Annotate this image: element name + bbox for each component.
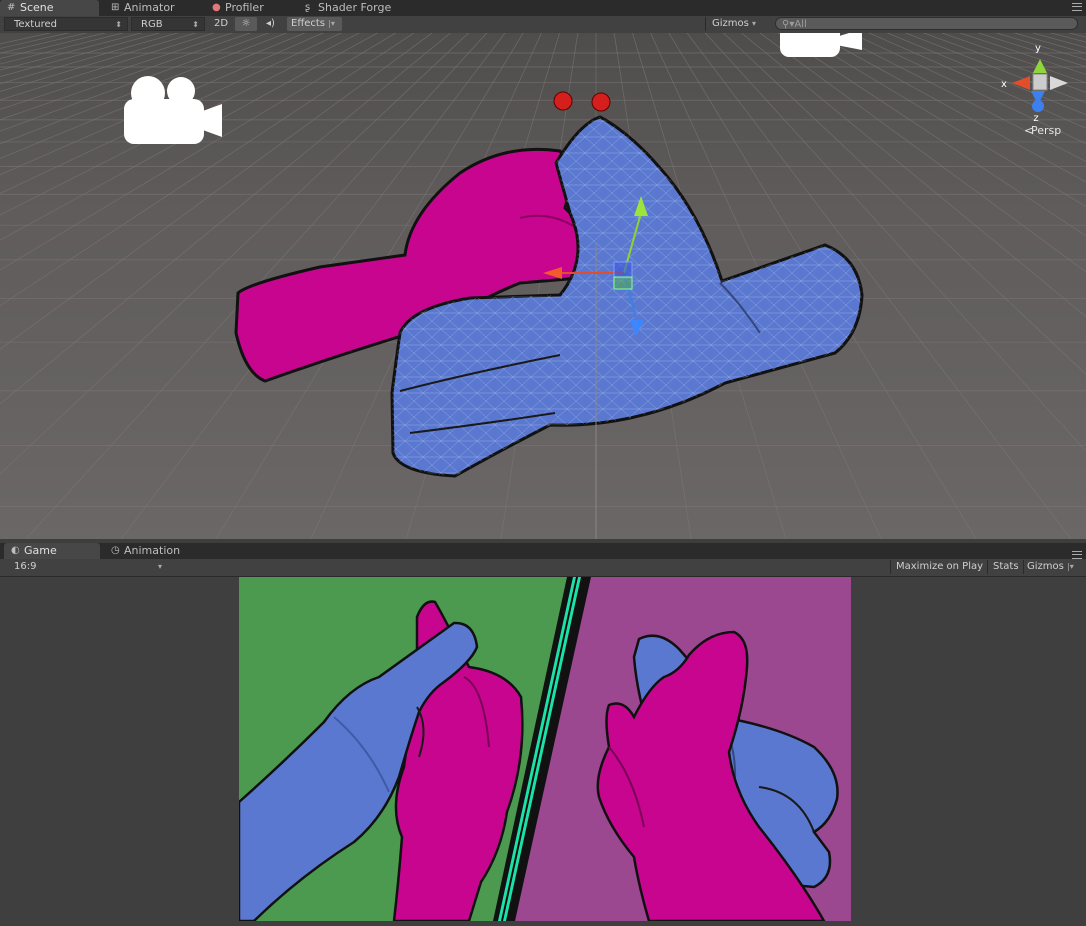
- game-tab-strip: ◐ Game ◷ Animation: [0, 543, 1086, 559]
- tab-animator-label: Animator: [124, 1, 175, 14]
- panel-menu-icon[interactable]: [1072, 3, 1082, 11]
- dropdown-arrow-icon: |▾: [328, 19, 335, 28]
- animator-icon: ⊞: [111, 2, 120, 13]
- game-gizmos-dropdown[interactable]: Gizmos |▾: [1027, 560, 1083, 574]
- tab-game[interactable]: ◐ Game: [4, 543, 100, 559]
- separator: [987, 560, 988, 574]
- game-render-svg: [239, 577, 851, 921]
- shader-forge-icon: ʂ: [305, 2, 311, 13]
- sun-icon[interactable]: ☼: [235, 17, 257, 31]
- grid-icon: #: [7, 2, 16, 13]
- search-icon: ⚲▾: [782, 19, 795, 30]
- speaker-icon[interactable]: ◂): [262, 17, 279, 31]
- scene-view[interactable]: y x z < Persp: [0, 33, 1086, 539]
- color-mode-value: RGB: [141, 19, 163, 30]
- light-gizmo-icon[interactable]: [553, 91, 573, 111]
- tab-game-label: Game: [24, 544, 57, 557]
- effects-dropdown[interactable]: Effects |▾: [287, 17, 342, 31]
- scene-toolbar: Textured ⬍ RGB ⬍ 2D ☼ ◂) Effects |▾ Gizm…: [0, 16, 1086, 34]
- tab-animator[interactable]: ⊞ Animator: [104, 0, 204, 16]
- separator: [890, 560, 891, 574]
- tab-shader-forge-label: Shader Forge: [318, 1, 392, 14]
- dropdown-arrow-icon: |▾: [1067, 562, 1074, 571]
- 2d-toggle[interactable]: 2D: [210, 17, 232, 31]
- game-toolbar: 16:9 ▾ Maximize on Play Stats Gizmos |▾: [0, 559, 1086, 577]
- tab-scene-label: Scene: [20, 1, 54, 14]
- gizmo-x-label: x: [1001, 79, 1007, 90]
- projection-label[interactable]: Persp: [1031, 124, 1061, 137]
- dropdown-arrow-icon: ▾: [157, 562, 162, 571]
- clock-icon: ◷: [111, 545, 120, 556]
- game-gizmos-label: Gizmos: [1027, 561, 1064, 572]
- aspect-value: 16:9: [14, 561, 37, 572]
- light-gizmo-icon[interactable]: [591, 92, 611, 112]
- maximize-on-play-toggle[interactable]: Maximize on Play: [892, 560, 987, 574]
- tab-scene[interactable]: # Scene: [0, 0, 99, 16]
- separator: [705, 17, 706, 31]
- tab-animation-label: Animation: [124, 544, 181, 557]
- separator: [1023, 560, 1024, 574]
- color-mode-dropdown[interactable]: RGB ⬍: [131, 17, 205, 31]
- tab-animation[interactable]: ◷ Animation: [104, 543, 204, 559]
- scene-viewport-svg: y x z < Persp: [0, 33, 1086, 539]
- game-icon: ◐: [11, 545, 20, 556]
- scene-gizmos-label: Gizmos: [712, 18, 749, 29]
- gizmo-y-label: y: [1035, 43, 1041, 54]
- effects-label: Effects: [291, 18, 325, 29]
- updown-icon: ⬍: [192, 20, 199, 29]
- scene-tab-strip: # Scene ⊞ Animator ● Profiler ʂ Shader F…: [0, 0, 1086, 16]
- tab-shader-forge[interactable]: ʂ Shader Forge: [298, 0, 408, 16]
- search-placeholder: All: [794, 19, 807, 30]
- render-mode-dropdown[interactable]: Textured ⬍: [4, 17, 128, 31]
- scene-search-input[interactable]: ⚲▾All: [775, 17, 1078, 30]
- profiler-icon: ●: [212, 2, 221, 13]
- render-mode-value: Textured: [14, 19, 57, 30]
- dropdown-arrow-icon: ▾: [752, 19, 757, 28]
- scene-gizmos-dropdown[interactable]: Gizmos ▾: [712, 17, 768, 31]
- tab-profiler[interactable]: ● Profiler: [205, 0, 300, 16]
- aspect-dropdown[interactable]: 16:9 ▾: [6, 560, 166, 574]
- panel-menu-icon[interactable]: [1072, 551, 1082, 559]
- tab-profiler-label: Profiler: [225, 1, 264, 14]
- updown-icon: ⬍: [115, 20, 122, 29]
- game-view[interactable]: [239, 577, 851, 921]
- stats-toggle[interactable]: Stats: [989, 560, 1023, 574]
- gizmo-z-label: z: [1033, 113, 1038, 124]
